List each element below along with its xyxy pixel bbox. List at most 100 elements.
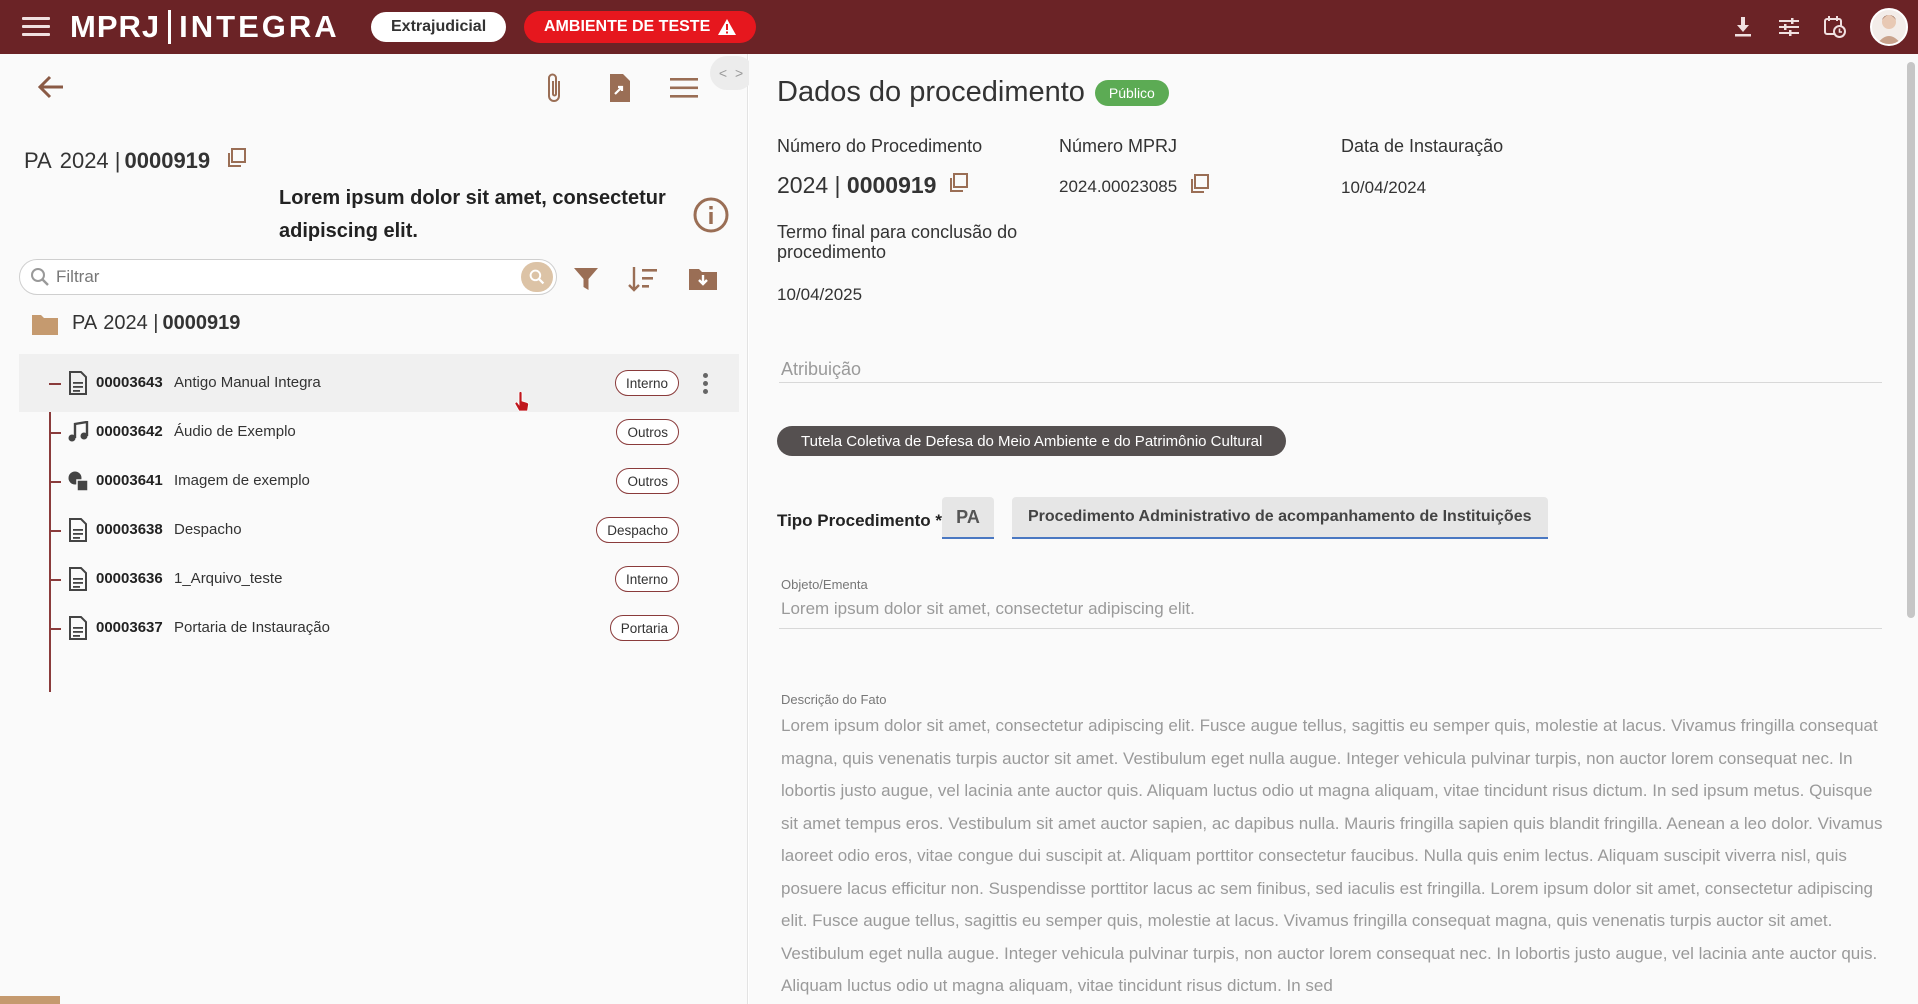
documents-panel: < > PA 2024 | 0000919 Lorem ipsum dolor … (0, 54, 754, 1004)
data-instauracao-label: Data de Instauração (1341, 136, 1504, 156)
tree-branch (49, 628, 61, 630)
logo-mprj: MPRJ (70, 9, 161, 44)
procedure-id: PA 2024 | 0000919 (24, 148, 247, 174)
folder-download-icon[interactable] (686, 262, 720, 296)
procedure-year: 2024 | (59, 148, 121, 173)
mprj-number: 2024.00023085 (1059, 176, 1178, 196)
folder-icon (32, 314, 58, 335)
termo-final-label: Termo final para conclusão do procedimen… (777, 222, 1017, 262)
document-type-tag: Interno (614, 566, 679, 592)
tune-icon[interactable] (1766, 0, 1812, 54)
filter-icon[interactable] (569, 262, 603, 296)
document-icon (66, 567, 90, 591)
procedure-prefix: PA (24, 148, 52, 173)
atribuicao-label: Atribuição (781, 359, 862, 379)
document-number: 00003641 (96, 472, 163, 489)
data-instauracao-value: 10/04/2024 (1341, 178, 1427, 197)
calendar-clock-icon[interactable] (1812, 0, 1858, 54)
document-number: 00003637 (96, 619, 163, 636)
context-chip[interactable]: Extrajudicial (371, 12, 507, 42)
more-vert-icon[interactable] (697, 370, 713, 396)
descricao-value[interactable]: Lorem ipsum dolor sit amet, consectetur … (781, 710, 1891, 1003)
avatar[interactable] (1870, 8, 1908, 46)
document-name[interactable]: Imagem de exemplo (174, 472, 310, 489)
document-row[interactable]: 00003637 Portaria de Instauração Portaria (19, 599, 739, 657)
objeto-value[interactable]: Lorem ipsum dolor sit amet, consectetur … (781, 599, 1195, 619)
document-number: 00003638 (96, 521, 163, 538)
document-name[interactable]: Portaria de Instauração (174, 619, 330, 636)
document-name[interactable]: 1_Arquivo_teste (174, 570, 282, 587)
status-badge: Público (1094, 79, 1169, 106)
menu-icon[interactable] (22, 17, 50, 39)
folder-prefix: PA (72, 312, 98, 334)
search-button[interactable] (521, 262, 553, 292)
tipo-procedimento-select[interactable]: Procedimento Administrativo de acompanha… (1012, 497, 1548, 539)
search-icon (31, 268, 49, 286)
atribuicao-chip[interactable]: Tutela Coletiva de Defesa do Meio Ambien… (777, 426, 1287, 456)
document-name[interactable]: Despacho (174, 521, 242, 538)
scrollbar[interactable] (1907, 62, 1915, 618)
shapes-icon (66, 469, 90, 493)
numero-mprj-label: Número MPRJ (1059, 136, 1178, 156)
document-type-tag: Interno (614, 370, 679, 396)
procedure-title: Lorem ipsum dolor sit amet, consectetur … (279, 187, 666, 242)
back-arrow-icon[interactable] (34, 70, 68, 104)
document-type-tag: Outros (616, 419, 679, 445)
attachment-icon[interactable] (536, 70, 572, 106)
panel-resize-toggle[interactable]: < > (710, 56, 754, 90)
numero-year: 2024 | (777, 172, 841, 198)
environment-label: AMBIENTE DE TESTE (544, 18, 711, 35)
tree-branch (49, 432, 61, 434)
folder-year: 2024 | (103, 312, 159, 334)
tree-branch (49, 383, 61, 385)
copy-icon[interactable] (1189, 174, 1210, 199)
info-icon[interactable] (692, 196, 730, 234)
numero-procedimento-value: 2024 | 0000919 (777, 172, 969, 199)
document-icon (66, 616, 90, 640)
document-type-tag: Portaria (609, 615, 679, 641)
tree-branch (49, 530, 61, 532)
top-actions (1720, 0, 1918, 54)
export-document-icon[interactable] (602, 70, 638, 106)
sort-icon[interactable] (626, 262, 660, 296)
document-number: 00003643 (96, 374, 163, 391)
document-type-tag: Outros (616, 468, 679, 494)
hand-cursor-icon (514, 391, 530, 417)
copy-icon[interactable] (226, 148, 247, 174)
numero-procedimento-label: Número do Procedimento (777, 136, 983, 156)
document-number: 00003636 (96, 570, 163, 587)
document-icon (66, 371, 90, 395)
copy-icon[interactable] (948, 172, 969, 199)
tipo-procedimento-label: Tipo Procedimento * (777, 511, 942, 530)
folder-root[interactable]: PA 2024 | 0000919 (32, 312, 240, 335)
termo-final-value: 10/04/2025 (777, 285, 863, 304)
termo-label-line2: procedimento (777, 242, 887, 262)
progress-indicator (0, 996, 60, 1004)
document-icon (66, 518, 90, 542)
environment-badge: AMBIENTE DE TESTE (524, 11, 757, 43)
procedure-number: 0000919 (124, 148, 211, 173)
music-icon (66, 420, 90, 444)
folder-number: 0000919 (162, 312, 241, 334)
download-icon[interactable] (1720, 0, 1766, 54)
filter-placeholder: Filtrar (56, 267, 100, 286)
details-header: Dados do procedimento Público (777, 76, 1169, 109)
objeto-divider (779, 628, 1882, 629)
tree-branch (49, 481, 61, 483)
document-name[interactable]: Antigo Manual Integra (174, 374, 321, 391)
document-type-tag: Despacho (596, 517, 679, 543)
document-name[interactable]: Áudio de Exemplo (174, 423, 296, 440)
filter-search-field[interactable]: Filtrar (19, 259, 557, 295)
page-title: Dados do procedimento (777, 76, 1085, 108)
tipo-procedimento-code[interactable]: PA (942, 497, 994, 539)
descricao-label: Descrição do Fato (781, 692, 887, 707)
atribuicao-divider (779, 382, 1882, 383)
numero-number: 0000919 (846, 172, 937, 198)
app-logo[interactable]: MPRJ INTEGRA (70, 9, 340, 45)
procedure-details-panel: Dados do procedimento Público Número do … (749, 54, 1918, 1004)
list-menu-icon[interactable] (666, 70, 702, 106)
top-bar: MPRJ INTEGRA Extrajudicial AMBIENTE DE T… (0, 0, 1918, 54)
warning-icon (718, 19, 737, 35)
termo-label-line1: Termo final para conclusão do (777, 222, 1018, 242)
numero-mprj-value: 2024.00023085 (1059, 174, 1210, 199)
